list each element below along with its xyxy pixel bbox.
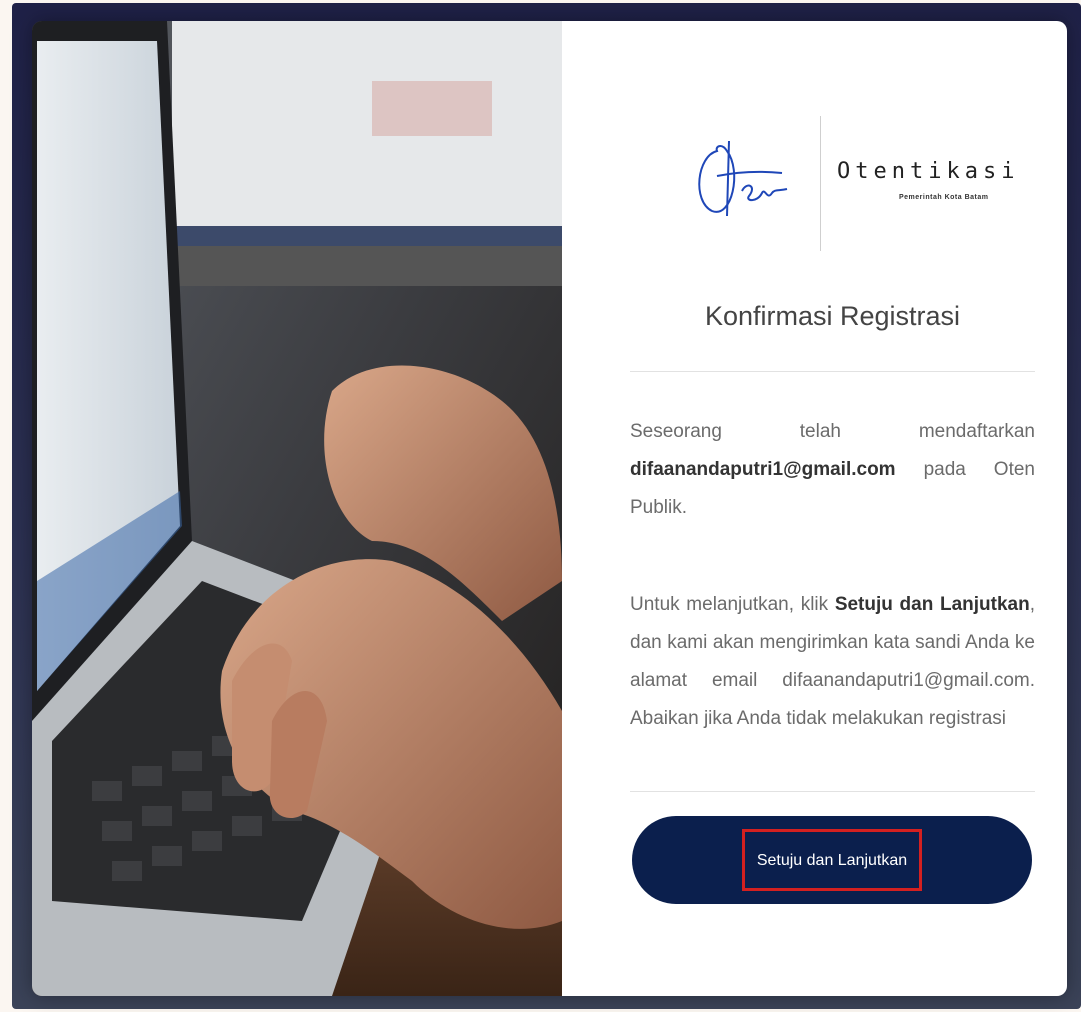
instruction-message: Untuk melanjutkan, klik Setuju dan Lanju… xyxy=(630,586,1035,738)
registration-card: Otentikasi Pemerintah Kota Batam Konfirm… xyxy=(32,21,1067,996)
page-title: Konfirmasi Registrasi xyxy=(704,301,961,331)
screenshot-frame: Otentikasi Pemerintah Kota Batam Konfirm… xyxy=(12,3,1081,1009)
oten-signature-icon xyxy=(698,140,788,217)
divider-bottom xyxy=(630,791,1035,792)
registration-message: Seseorang telah mendaftarkan difaanandap… xyxy=(630,413,1035,527)
laptop-typing-photo xyxy=(32,21,562,996)
registered-email: difaanandaputri1@gmail.com xyxy=(630,459,896,480)
divider-top xyxy=(630,371,1035,372)
logo-subtitle: Pemerintah Kota Batam xyxy=(899,194,989,201)
instruction-action: Setuju dan Lanjutkan xyxy=(834,594,1030,615)
confirmation-panel: Otentikasi Pemerintah Kota Batam Konfirm… xyxy=(562,21,1067,996)
agree-continue-label: Setuju dan Lanjutkan xyxy=(741,829,923,891)
instruction-text-1: Untuk melanjutkan, klik xyxy=(630,594,829,615)
oten-logo: Otentikasi Pemerintah Kota Batam xyxy=(687,111,1017,251)
agree-continue-button[interactable]: Setuju dan Lanjutkan xyxy=(632,816,1032,904)
logo-title: Otentikasi xyxy=(837,159,1020,184)
logo-divider xyxy=(820,116,821,251)
photo-illustration xyxy=(32,21,562,996)
message-text-1: Seseorang telah mendaftarkan xyxy=(630,421,1035,442)
